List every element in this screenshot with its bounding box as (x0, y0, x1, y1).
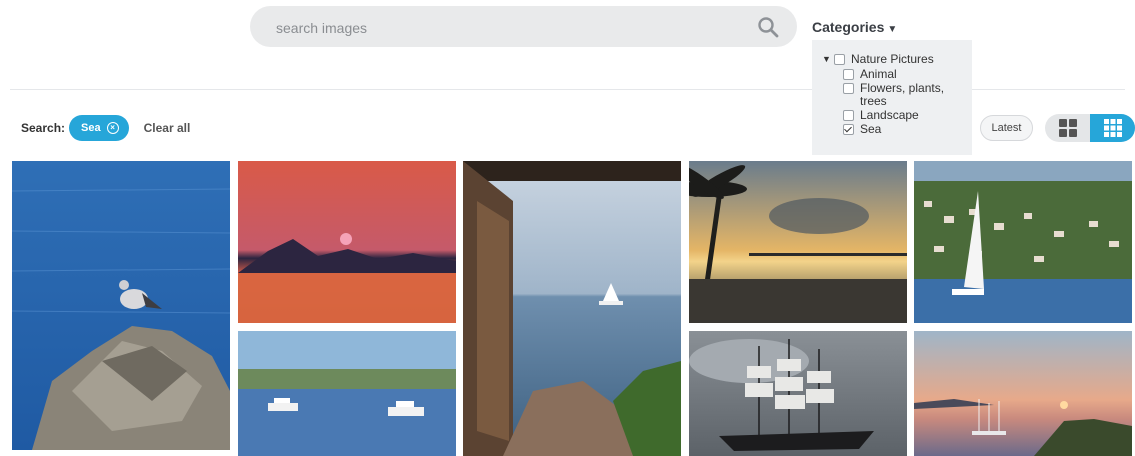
category-label: Flowers, plants, trees (860, 81, 945, 108)
palm-tree-image (689, 161, 907, 323)
category-label: Nature Pictures (851, 52, 934, 66)
tall-ship-image (689, 331, 907, 456)
category-animal: Animal (822, 68, 964, 81)
photo-door-sea-view[interactable] (463, 161, 681, 456)
caret-down-icon[interactable]: ▼ (822, 53, 834, 66)
filter-chip-sea[interactable]: Sea × (69, 114, 129, 141)
remove-filter-icon[interactable]: × (106, 121, 119, 134)
checkbox-landscape[interactable] (843, 110, 854, 121)
photo-tall-ship[interactable] (689, 331, 907, 456)
sunset-mountains-image (238, 161, 456, 323)
sort-latest-button[interactable]: Latest (980, 115, 1033, 141)
clear-all-link[interactable]: Clear all (144, 121, 191, 135)
filter-label: Search: (21, 120, 66, 135)
category-label: Sea (860, 122, 882, 136)
category-label: Landscape (860, 108, 919, 122)
checkbox-sea[interactable] (843, 124, 854, 135)
photo-sailboat-bay[interactable] (914, 161, 1132, 323)
checkbox-flowers-plants-trees[interactable] (843, 83, 854, 94)
categories-dropdown[interactable]: Categories ▼ (812, 19, 897, 35)
sunset-sailboats-image (914, 331, 1132, 456)
search-icon[interactable] (757, 16, 779, 38)
door-sea-view-image (463, 161, 681, 456)
photo-palm-sunset[interactable] (689, 161, 907, 323)
photo-ferries[interactable] (238, 331, 456, 456)
ferries-image (238, 331, 456, 456)
view-mode-toggle (1045, 114, 1135, 142)
photo-sunset-sailboats[interactable] (914, 331, 1132, 456)
large-grid-icon (1058, 119, 1077, 137)
small-grid-icon (1103, 119, 1122, 137)
small-grid-view-button[interactable] (1090, 114, 1135, 142)
search-bar (250, 6, 797, 49)
photo-red-sunset[interactable] (238, 161, 456, 323)
checkbox-animal[interactable] (843, 69, 854, 80)
search-input[interactable] (274, 6, 748, 49)
seagull-image (12, 161, 230, 450)
category-sea: Sea (822, 123, 964, 136)
categories-panel: ▼ Nature Pictures Animal Flowers, plants… (812, 40, 972, 155)
category-nature-pictures: ▼ Nature Pictures (822, 53, 964, 66)
caret-down-icon: ▼ (887, 24, 898, 35)
categories-label: Categories (812, 19, 885, 35)
category-flowers-plants-trees: Flowers, plants, trees (798, 82, 964, 108)
category-landscape: Landscape (822, 109, 964, 122)
active-filters: Search: Sea × Clear all (21, 114, 190, 141)
filter-chip-label: Sea (81, 121, 101, 134)
large-grid-view-button[interactable] (1045, 114, 1090, 142)
sailboat-image (914, 161, 1132, 323)
checkbox-nature-pictures[interactable] (834, 54, 845, 65)
category-label: Animal (860, 67, 897, 81)
photo-seagull-on-rock[interactable] (12, 161, 230, 450)
